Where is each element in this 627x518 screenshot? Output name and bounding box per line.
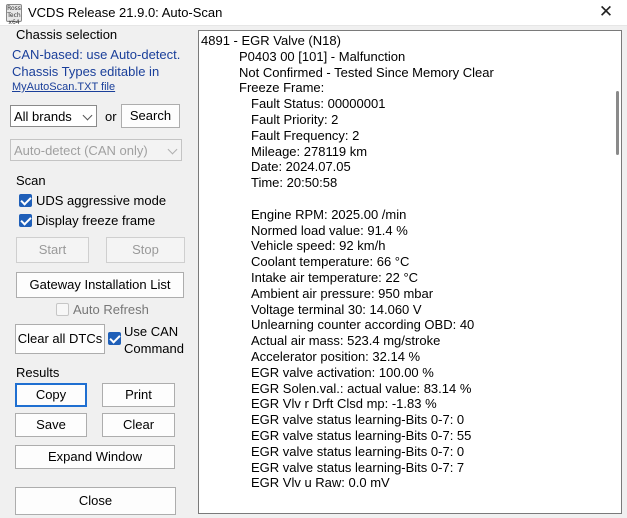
display-freeze-label: Display freeze frame xyxy=(36,213,156,228)
or-label: or xyxy=(105,109,117,124)
output-line: EGR Solen.val.: actual value: 83.14 % xyxy=(251,380,472,396)
checkbox-checked-icon xyxy=(19,194,32,207)
output-line: Fault Status: 00000001 xyxy=(251,96,386,112)
output-line: P0403 00 [101] - Malfunction xyxy=(239,48,406,64)
checkbox-checked-icon xyxy=(108,332,121,345)
display-freeze-checkbox[interactable]: Display freeze frame xyxy=(19,213,155,228)
close-button[interactable]: Close xyxy=(15,487,176,515)
output-line: Time: 20:50:58 xyxy=(251,175,338,191)
vcds-app-icon: Ross Tech x64 xyxy=(6,4,22,26)
gateway-installation-list-button[interactable]: Gateway Installation List xyxy=(16,272,184,298)
chassis-info-line-2: Chassis Types editable in xyxy=(12,64,160,79)
uds-aggressive-checkbox[interactable]: UDS aggressive mode xyxy=(19,193,166,208)
output-line: EGR valve status learning-Bits 0-7: 7 xyxy=(251,459,465,475)
output-line: EGR valve status learning-Bits 0-7: 55 xyxy=(251,428,472,443)
auto-refresh-label: Auto Refresh xyxy=(73,302,149,317)
output-line: Mileage: 278119 km xyxy=(251,143,368,159)
output-line: Fault Priority: 2 xyxy=(251,112,339,127)
app-icon-text-1: Ross xyxy=(7,5,21,12)
print-button[interactable]: Print xyxy=(102,383,175,407)
output-line: Not Confirmed - Tested Since Memory Clea… xyxy=(239,64,494,80)
auto-refresh-checkbox[interactable]: Auto Refresh xyxy=(56,302,149,317)
brands-select-value: All brands xyxy=(14,109,72,124)
output-line: Unlearning counter according OBD: 40 xyxy=(251,317,475,333)
autodetect-select: Auto-detect (CAN only) xyxy=(10,139,182,161)
output-line: Voltage terminal 30: 14.060 V xyxy=(251,301,422,317)
output-line: Ambient air pressure: 950 mbar xyxy=(251,285,434,301)
clear-button[interactable]: Clear xyxy=(102,413,175,437)
checkbox-checked-icon xyxy=(19,214,32,227)
scan-heading: Scan xyxy=(16,173,46,188)
left-control-panel: Chassis selection CAN-based: use Auto-de… xyxy=(0,26,190,518)
save-button[interactable]: Save xyxy=(15,413,87,437)
output-line: Fault Frequency: 2 xyxy=(251,127,360,143)
output-line: Normed load value: 91.4 % xyxy=(251,222,408,238)
title-bar: Ross Tech x64 VCDS Release 21.9.0: Auto-… xyxy=(0,0,627,26)
output-line: Coolant temperature: 66 °C xyxy=(251,254,410,270)
myautoscan-file-link[interactable]: MyAutoScan.TXT file xyxy=(12,81,115,93)
output-line: Engine RPM: 2025.00 /min xyxy=(251,206,407,222)
use-can-command-checkbox[interactable] xyxy=(108,325,125,345)
copy-button[interactable]: Copy xyxy=(15,383,87,407)
output-line: EGR Vlv r Drft Clsd mp: -1.83 % xyxy=(251,396,437,412)
output-line: EGR Vlv u Raw: 0.0 mV xyxy=(251,475,390,491)
output-line: Actual air mass: 523.4 mg/stroke xyxy=(251,333,441,349)
output-line: 4891 - EGR Valve (N18) xyxy=(201,33,341,48)
start-button[interactable]: Start xyxy=(16,237,89,263)
use-can-label-2: Command xyxy=(124,341,184,356)
output-line: EGR valve status learning-Bits 0-7: 0 xyxy=(251,412,465,428)
search-button[interactable]: Search xyxy=(121,104,180,128)
autodetect-select-value: Auto-detect (CAN only) xyxy=(14,143,148,158)
chassis-info-line-1: CAN-based: use Auto-detect. xyxy=(12,47,181,62)
output-line: Freeze Frame: xyxy=(239,80,325,96)
app-icon-text-3: x64 xyxy=(8,19,20,26)
chevron-down-icon xyxy=(167,144,178,155)
expand-window-button[interactable]: Expand Window xyxy=(15,445,175,469)
checkbox-unchecked-icon xyxy=(56,303,69,316)
output-line: EGR valve status learning-Bits 0-7: 0 xyxy=(251,443,465,459)
close-window-icon[interactable]: ✕ xyxy=(595,1,617,23)
output-line: Date: 2024.07.05 xyxy=(251,159,351,175)
output-line: EGR valve activation: 100.00 % xyxy=(251,364,434,380)
stop-button[interactable]: Stop xyxy=(106,237,185,263)
results-heading: Results xyxy=(16,365,60,380)
window-title: VCDS Release 21.9.0: Auto-Scan xyxy=(28,5,223,20)
output-line: Accelerator position: 32.14 % xyxy=(251,349,421,364)
use-can-label-1: Use CAN xyxy=(124,324,179,339)
scan-results-output[interactable]: 4891 - EGR Valve (N18) P0403 00 [101] - M… xyxy=(198,30,622,514)
scrollbar-thumb[interactable] xyxy=(616,91,619,155)
clear-all-dtcs-button[interactable]: Clear all DTCs xyxy=(15,324,105,354)
chevron-down-icon xyxy=(82,110,93,121)
app-icon-text-2: Tech xyxy=(7,12,21,19)
uds-aggressive-label: UDS aggressive mode xyxy=(36,193,167,208)
brands-select[interactable]: All brands xyxy=(10,105,97,127)
chassis-selection-heading: Chassis selection xyxy=(16,27,118,42)
output-line: Vehicle speed: 92 km/h xyxy=(251,238,386,254)
output-line: Intake air temperature: 22 °C xyxy=(251,270,419,285)
